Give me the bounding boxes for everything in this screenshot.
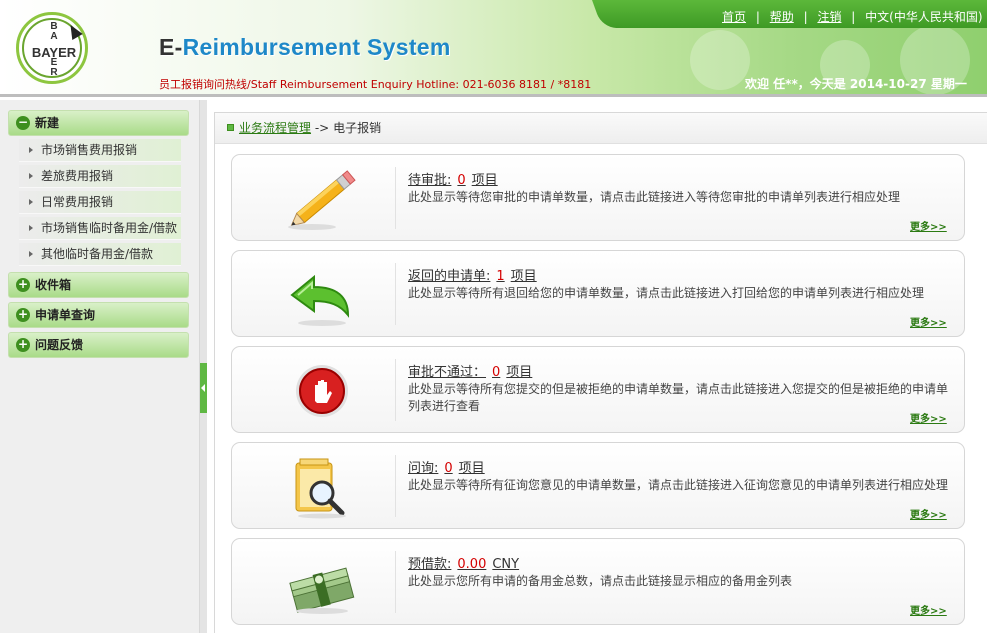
card-divider (395, 551, 396, 613)
inquiry-count: 0 (444, 461, 453, 476)
card-pending-approval: 待审批: 0 项目 此处显示等待您审批的申请单数量，请点击此链接进入等待您审批的申请… (231, 154, 965, 241)
card-returned-applications: 返回的申请单: 1 项目 此处显示等待所有退回给您的申请单数量，请点击此链接进入打回… (231, 250, 965, 337)
sidebar-item-label: 日常费用报销 (41, 195, 114, 209)
app-title-main: Reimbursement System (182, 34, 451, 60)
sidebar-item-marketing-sales-expense[interactable]: 市场销售费用报销 (19, 139, 181, 162)
card-description: 此处显示等待所有退回给您的申请单数量，请点击此链接进入打回给您的申请单列表进行相… (408, 286, 925, 300)
nav-help-link[interactable]: 帮助 (770, 10, 794, 24)
nav-logout-link[interactable]: 注销 (817, 10, 841, 24)
top-nav-links: 首页 | 帮助 | 注销 | 中文(中华人民共和国) (722, 8, 983, 25)
breadcrumb-link-process-management[interactable]: 业务流程管理 (239, 121, 311, 135)
card-title-label: 返回的申请单: (408, 269, 491, 284)
bayer-logo: BA BAYER ER (16, 12, 88, 84)
breadcrumb-current: 电子报销 (333, 121, 382, 135)
sidebar-item-label: 其他临时备用金/借款 (41, 247, 154, 261)
card-description: 此处显示等待所有征询您意见的申请单数量，请点击此链接进入征询您意见的申请单列表进… (408, 478, 949, 492)
hotline-text: 员工报销询问热线/Staff Reimbursement Enquiry Hot… (159, 78, 592, 91)
advance-loan-amount: 0.00 (457, 557, 487, 572)
nav-separator: | (755, 10, 760, 24)
rejected-count: 0 (492, 365, 501, 380)
sidebar-group-new[interactable]: − 新建 (8, 110, 189, 136)
sidebar-group-feedback[interactable]: + 问题反馈 (8, 332, 189, 358)
advance-loan-link[interactable]: 预借款: 0.00 CNY (408, 553, 519, 572)
inquiry-link[interactable]: 问询: 0 项目 (408, 457, 485, 476)
sidebar-item-travel-expense[interactable]: 差旅费用报销 (19, 165, 181, 188)
card-divider (395, 263, 396, 325)
card-title-unit: CNY (492, 557, 520, 572)
logo-text-vertical-top: BA (50, 21, 58, 42)
sidebar-item-daily-expense[interactable]: 日常费用报销 (19, 191, 181, 214)
card-title-label: 待审批: (408, 173, 452, 188)
sidebar-item-label: 市场销售费用报销 (41, 143, 138, 157)
sidebar-group-label: 新建 (35, 116, 60, 130)
sidebar-group-label: 问题反馈 (35, 338, 84, 352)
collapse-sidebar-handle[interactable] (200, 363, 207, 413)
pending-approval-count: 0 (457, 173, 466, 188)
nav-separator: | (803, 10, 808, 24)
plus-circle-icon: + (16, 307, 30, 322)
arrow-right-icon (29, 173, 33, 179)
returned-applications-count: 1 (496, 269, 505, 284)
arrow-right-icon (29, 147, 33, 153)
sidebar-group-inbox[interactable]: + 收件箱 (8, 272, 189, 298)
nav-language-link[interactable]: 中文(中华人民共和国) (865, 10, 982, 24)
card-title-label: 审批不通过： (408, 365, 487, 380)
arrow-right-icon (29, 251, 33, 257)
sidebar-item-other-advance-loan[interactable]: 其他临时备用金/借款 (19, 243, 181, 266)
return-arrow-icon (282, 265, 362, 327)
sidebar-item-label: 市场销售临时备用金/借款 (41, 221, 178, 235)
sidebar-item-marketing-advance-loan[interactable]: 市场销售临时备用金/借款 (19, 217, 181, 240)
app-title: E-Reimbursement System (159, 34, 451, 61)
plus-circle-icon: + (16, 337, 30, 352)
minus-circle-icon: − (16, 115, 30, 130)
returned-applications-link[interactable]: 返回的申请单: 1 项目 (408, 265, 537, 284)
folder-search-icon (282, 457, 362, 519)
card-title-label: 问询: (408, 461, 439, 476)
more-link[interactable]: 更多>> (910, 410, 947, 425)
card-description: 此处显示您所有申请的备用金总数，请点击此链接显示相应的备用金列表 (408, 574, 793, 588)
sidebar-group-label: 申请单查询 (35, 308, 96, 322)
more-link[interactable]: 更多>> (910, 314, 947, 329)
card-title-label: 预借款: (408, 557, 452, 572)
card-divider (395, 359, 396, 421)
more-link[interactable]: 更多>> (910, 218, 947, 233)
nav-home-link[interactable]: 首页 (722, 10, 746, 24)
decor-bubble (690, 30, 750, 90)
card-advance-loan: 预借款: 0.00 CNY 此处显示您所有申请的备用金总数，请点击此链接显示相应的备… (231, 538, 965, 625)
sidebar-group-application-query[interactable]: + 申请单查询 (8, 302, 189, 328)
main-panel: 业务流程管理 -> 电子报销 待审批: 0 项目 此处显示等待您审批的申请单数量，请 (214, 112, 987, 633)
plus-circle-icon: + (16, 277, 30, 292)
card-divider (395, 455, 396, 517)
app-title-prefix: E- (159, 34, 183, 60)
card-title-unit: 项目 (506, 365, 533, 380)
welcome-text: 欢迎 任**，今天是 2014-10-27 星期一 (745, 77, 967, 91)
breadcrumb: 业务流程管理 -> 电子报销 (215, 113, 987, 144)
more-link[interactable]: 更多>> (910, 602, 947, 617)
card-description: 此处显示等待所有您提交的但是被拒绝的申请单数量，请点击此链接进入您提交的但是被拒… (408, 382, 949, 413)
arrow-right-icon (29, 199, 33, 205)
rejected-link[interactable]: 审批不通过： 0 项目 (408, 361, 532, 380)
card-description: 此处显示等待您审批的申请单数量，请点击此链接进入等待您审批的申请单列表进行相应处… (408, 190, 901, 204)
card-title-unit: 项目 (510, 269, 537, 284)
sidebar-group-label: 收件箱 (35, 278, 72, 292)
card-divider (395, 167, 396, 229)
stop-hand-icon (282, 361, 362, 423)
pending-approval-link[interactable]: 待审批: 0 项目 (408, 169, 498, 188)
arrow-right-icon (29, 225, 33, 231)
nav-separator: | (851, 10, 856, 24)
card-title-unit: 项目 (471, 173, 498, 188)
breadcrumb-bullet-icon (227, 124, 234, 131)
breadcrumb-separator: -> (314, 121, 330, 135)
more-link[interactable]: 更多>> (910, 506, 947, 521)
card-inquiry: 问询: 0 项目 此处显示等待所有征询您意见的申请单数量，请点击此链接进入征询您意见… (231, 442, 965, 529)
sidebar-item-label: 差旅费用报销 (41, 169, 114, 183)
money-icon (282, 553, 362, 615)
logo-text-vertical-bottom: ER (50, 57, 58, 78)
card-title-unit: 项目 (458, 461, 485, 476)
card-rejected: 审批不通过： 0 项目 此处显示等待所有您提交的但是被拒绝的申请单数量，请点击此链接… (231, 346, 965, 433)
pencil-icon (282, 169, 362, 231)
